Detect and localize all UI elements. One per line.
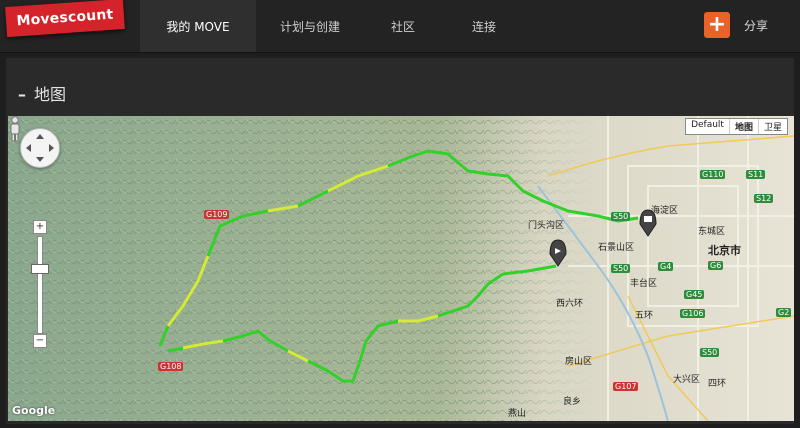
place-label: 门头沟区 [528, 221, 565, 231]
pan-arrows-icon [26, 134, 54, 162]
place-label: 大兴区 [673, 375, 701, 385]
road-shield: G109 [204, 210, 230, 219]
place-label: 燕山 [508, 409, 527, 419]
road-shield: S11 [746, 170, 766, 179]
road-shield: G107 [613, 382, 639, 391]
zoom-slider-track[interactable] [37, 236, 43, 334]
road-shield: G4 [658, 262, 674, 271]
pan-control[interactable] [20, 128, 60, 168]
nav-my-move[interactable]: 我的 MOVE [140, 0, 256, 52]
zoom-slider-handle[interactable] [31, 264, 49, 274]
place-label: 西六环 [556, 299, 584, 309]
road-shield: G110 [700, 170, 726, 179]
place-label: 丰台区 [630, 279, 658, 289]
map-type-selector: Default 地图 卫星 [685, 118, 788, 135]
map-view[interactable]: 海淀区 东城区 北京市 门头沟区 石景山区 丰台区 房山区 大兴区 西六环 良乡… [8, 116, 794, 421]
nav-plan-create-label: 计划与创建 [279, 19, 340, 34]
movescount-logo[interactable]: Movescount [5, 0, 125, 38]
place-label: 房山区 [565, 357, 593, 367]
road-shield: S50 [611, 264, 631, 273]
place-label: 良乡 [563, 397, 582, 407]
road-shield: S50 [700, 348, 720, 357]
share-label: 分享 [743, 18, 768, 33]
collapse-icon[interactable]: – [18, 85, 26, 104]
map-type-satellite[interactable]: 卫星 [759, 119, 787, 134]
top-navigation-bar: Movescount 我的 MOVE 计划与创建 社区 连接 + 分享 [0, 0, 800, 53]
road-shield: G2 [776, 308, 792, 317]
plus-icon[interactable]: + [703, 12, 730, 38]
road-shield: S50 [611, 212, 631, 221]
nav-community[interactable]: 社区 [364, 0, 442, 52]
map-type-default[interactable]: Default [686, 119, 730, 134]
place-label: 五环 [635, 311, 654, 321]
nav-plan-create[interactable]: 计划与创建 [256, 0, 364, 52]
place-label: 东城区 [698, 227, 726, 237]
map-section-toggle[interactable]: – 地图 [18, 81, 66, 105]
road-shield: S12 [754, 194, 774, 203]
logo-text: Movescount [16, 6, 114, 30]
nav-community-label: 社区 [390, 19, 415, 34]
place-label: 北京市 [708, 244, 741, 257]
place-label: 石景山区 [598, 243, 635, 253]
road-shield: G106 [680, 309, 706, 318]
road-shield: G6 [708, 261, 724, 270]
section-title: 地图 [34, 85, 67, 104]
zoom-out-button[interactable]: − [33, 334, 47, 348]
place-label: 四环 [708, 379, 727, 389]
google-logo[interactable]: Google [12, 404, 55, 417]
zoom-in-button[interactable]: + [33, 220, 47, 234]
main-nav: 我的 MOVE 计划与创建 社区 连接 [140, 0, 526, 52]
map-type-map[interactable]: 地图 [730, 119, 759, 134]
nav-connect-label: 连接 [471, 19, 496, 34]
place-label: 海淀区 [651, 206, 679, 216]
road-shield: G108 [158, 362, 184, 371]
road-shield: G45 [684, 290, 705, 299]
nav-my-move-label: 我的 MOVE [166, 19, 230, 34]
share-button[interactable]: + 分享 [703, 12, 768, 38]
pegman-icon[interactable] [8, 116, 22, 142]
nav-connect[interactable]: 连接 [442, 0, 526, 52]
